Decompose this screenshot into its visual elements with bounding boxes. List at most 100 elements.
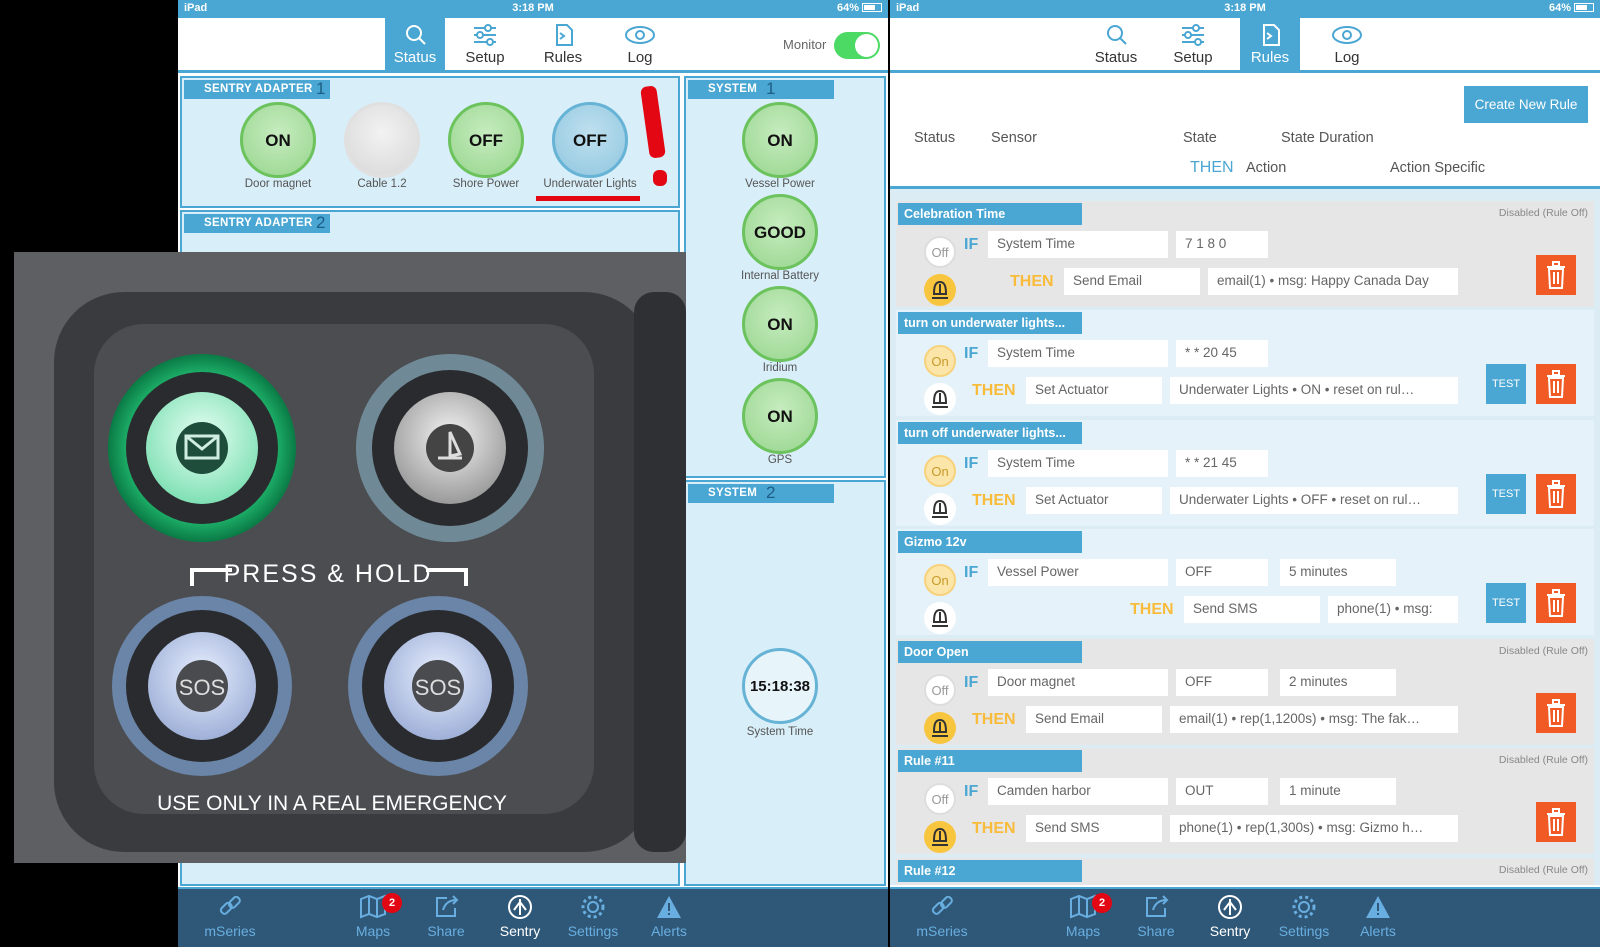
rule-status-toggle[interactable]: Off [924,674,956,706]
state-field[interactable]: OFF [1176,559,1268,586]
shore-power-gauge[interactable]: OFF [448,102,524,178]
gps-gauge[interactable]: ON [742,378,818,454]
col-action-specific: Action Specific [1390,160,1486,176]
rule-status-toggle[interactable]: Off [924,236,956,268]
delete-rule-button[interactable] [1536,474,1576,514]
rule-status-toggle[interactable]: On [924,564,956,596]
monitor-toggle[interactable] [834,32,880,59]
alarm-bell-icon[interactable] [924,383,956,415]
state-field[interactable]: * * 20 45 [1176,340,1268,367]
tab-rules[interactable]: Rules [1240,18,1300,73]
state-field[interactable]: * * 21 45 [1176,450,1268,477]
delete-rule-button[interactable] [1536,364,1576,404]
nav-share[interactable]: Share [1121,893,1191,939]
state-field[interactable]: 7 1 8 0 [1176,231,1268,258]
alarm-bell-icon[interactable] [924,821,956,853]
underwater-lights-gauge[interactable]: OFF [552,102,628,178]
state-field[interactable]: OUT [1176,778,1268,805]
sensor-field[interactable]: Vessel Power [988,559,1168,586]
nav-maps[interactable]: Maps 2 [338,893,408,939]
composite-screenshot: iPad 3:18 PM 64% Status Setup Rules Log … [0,0,1600,947]
rule-status-toggle[interactable]: On [924,455,956,487]
action-specific-field[interactable]: email(1) • msg: Happy Canada Day [1208,268,1458,295]
nav-sentry[interactable]: Sentry [485,893,555,939]
action-field[interactable]: Send Email [1064,268,1200,295]
duration-field[interactable]: 5 minutes [1280,559,1396,586]
tab-setup-label: Setup [1173,49,1213,66]
rule-name[interactable]: turn on underwater lights... [898,312,1082,334]
action-specific-field[interactable]: Underwater Lights • OFF • reset on rul… [1170,487,1458,514]
alarm-bell-icon[interactable] [924,274,956,306]
delete-rule-button[interactable] [1536,583,1576,623]
tab-log[interactable]: Log [610,18,670,73]
nav-mseries[interactable]: mSeries [907,893,977,939]
nav-share[interactable]: Share [411,893,481,939]
rule-name[interactable]: Door Open [898,641,1082,663]
tab-setup[interactable]: Setup [1163,18,1223,73]
clock-time: 3:18 PM [512,2,554,14]
action-specific-field[interactable]: email(1) • rep(1,1200s) • msg: The fak… [1170,706,1458,733]
alarm-bell-icon[interactable] [924,712,956,744]
system-2-panel: SYSTEM 2 15:18:38 System Time [684,480,886,886]
action-field[interactable]: Set Actuator [1026,377,1162,404]
sensor-field[interactable]: System Time [988,340,1168,367]
then-keyword: THEN [972,711,1016,728]
action-field[interactable]: Send SMS [1184,596,1320,623]
delete-rule-button[interactable] [1536,802,1576,842]
tab-log[interactable]: Log [1317,18,1377,73]
nav-alerts[interactable]: Alerts [634,893,704,939]
nav-maps[interactable]: Maps 2 [1048,893,1118,939]
create-new-rule-button[interactable]: Create New Rule [1464,86,1588,123]
vessel-power-gauge[interactable]: ON [742,102,818,178]
tab-status[interactable]: Status [385,18,445,73]
share-icon [436,895,459,917]
internal-battery-gauge[interactable]: GOOD [742,194,818,270]
door-magnet-gauge[interactable]: ON [240,102,316,178]
nav-mseries[interactable]: mSeries [195,893,265,939]
nav-settings[interactable]: Settings [1269,893,1339,939]
rule-name[interactable]: Gizmo 12v [898,531,1082,553]
nav-settings[interactable]: Settings [558,893,628,939]
tab-rules[interactable]: Rules [533,18,593,73]
sentry-adapter-2-number: 2 [316,213,326,232]
warning-icon [657,896,681,918]
iridium-gauge[interactable]: ON [742,286,818,362]
sensor-field[interactable]: System Time [988,231,1168,258]
rule-name[interactable]: turn off underwater lights... [898,422,1082,444]
sentry-adapter-2-header: SENTRY ADAPTER 2 [184,213,330,233]
action-field[interactable]: Send Email [1026,706,1162,733]
tab-status[interactable]: Status [1086,18,1146,73]
action-specific-field[interactable]: phone(1) • rep(1,300s) • msg: Gizmo h… [1170,815,1458,842]
vessel-power-label: Vessel Power [745,178,815,190]
sensor-field[interactable]: System Time [988,450,1168,477]
rule-status-toggle[interactable]: On [924,345,956,377]
rule-name[interactable]: Celebration Time [898,203,1082,225]
test-rule-button[interactable]: TEST [1486,583,1526,623]
rule-name[interactable]: Rule #12 [898,860,1082,882]
duration-field[interactable]: 1 minute [1280,778,1396,805]
test-rule-button[interactable]: TEST [1486,364,1526,404]
action-field[interactable]: Set Actuator [1026,487,1162,514]
action-field[interactable]: Send SMS [1026,815,1162,842]
alarm-bell-icon[interactable] [924,493,956,525]
system-time-gauge[interactable]: 15:18:38 [742,648,818,724]
eye-icon [625,26,655,44]
state-field[interactable]: OFF [1176,669,1268,696]
rule-name[interactable]: Rule #11 [898,750,1082,772]
sensor-field[interactable]: Door magnet [988,669,1168,696]
trash-icon [1547,480,1565,508]
action-specific-field[interactable]: phone(1) • msg: [1328,596,1458,623]
rule-status-toggle[interactable]: Off [924,783,956,815]
tab-setup[interactable]: Setup [455,18,515,73]
action-specific-field[interactable]: Underwater Lights • ON • reset on rul… [1170,377,1458,404]
nav-sentry[interactable]: Sentry [1195,893,1265,939]
delete-rule-button[interactable] [1536,255,1576,295]
test-rule-button[interactable]: TEST [1486,474,1526,514]
delete-rule-button[interactable] [1536,693,1576,733]
sensor-field[interactable]: Camden harbor [988,778,1168,805]
duration-field[interactable]: 2 minutes [1280,669,1396,696]
nav-alerts[interactable]: Alerts [1343,893,1413,939]
alarm-bell-icon[interactable] [924,602,956,634]
cable-gauge[interactable] [344,102,420,178]
annotation-exclamation-stroke [640,85,666,159]
